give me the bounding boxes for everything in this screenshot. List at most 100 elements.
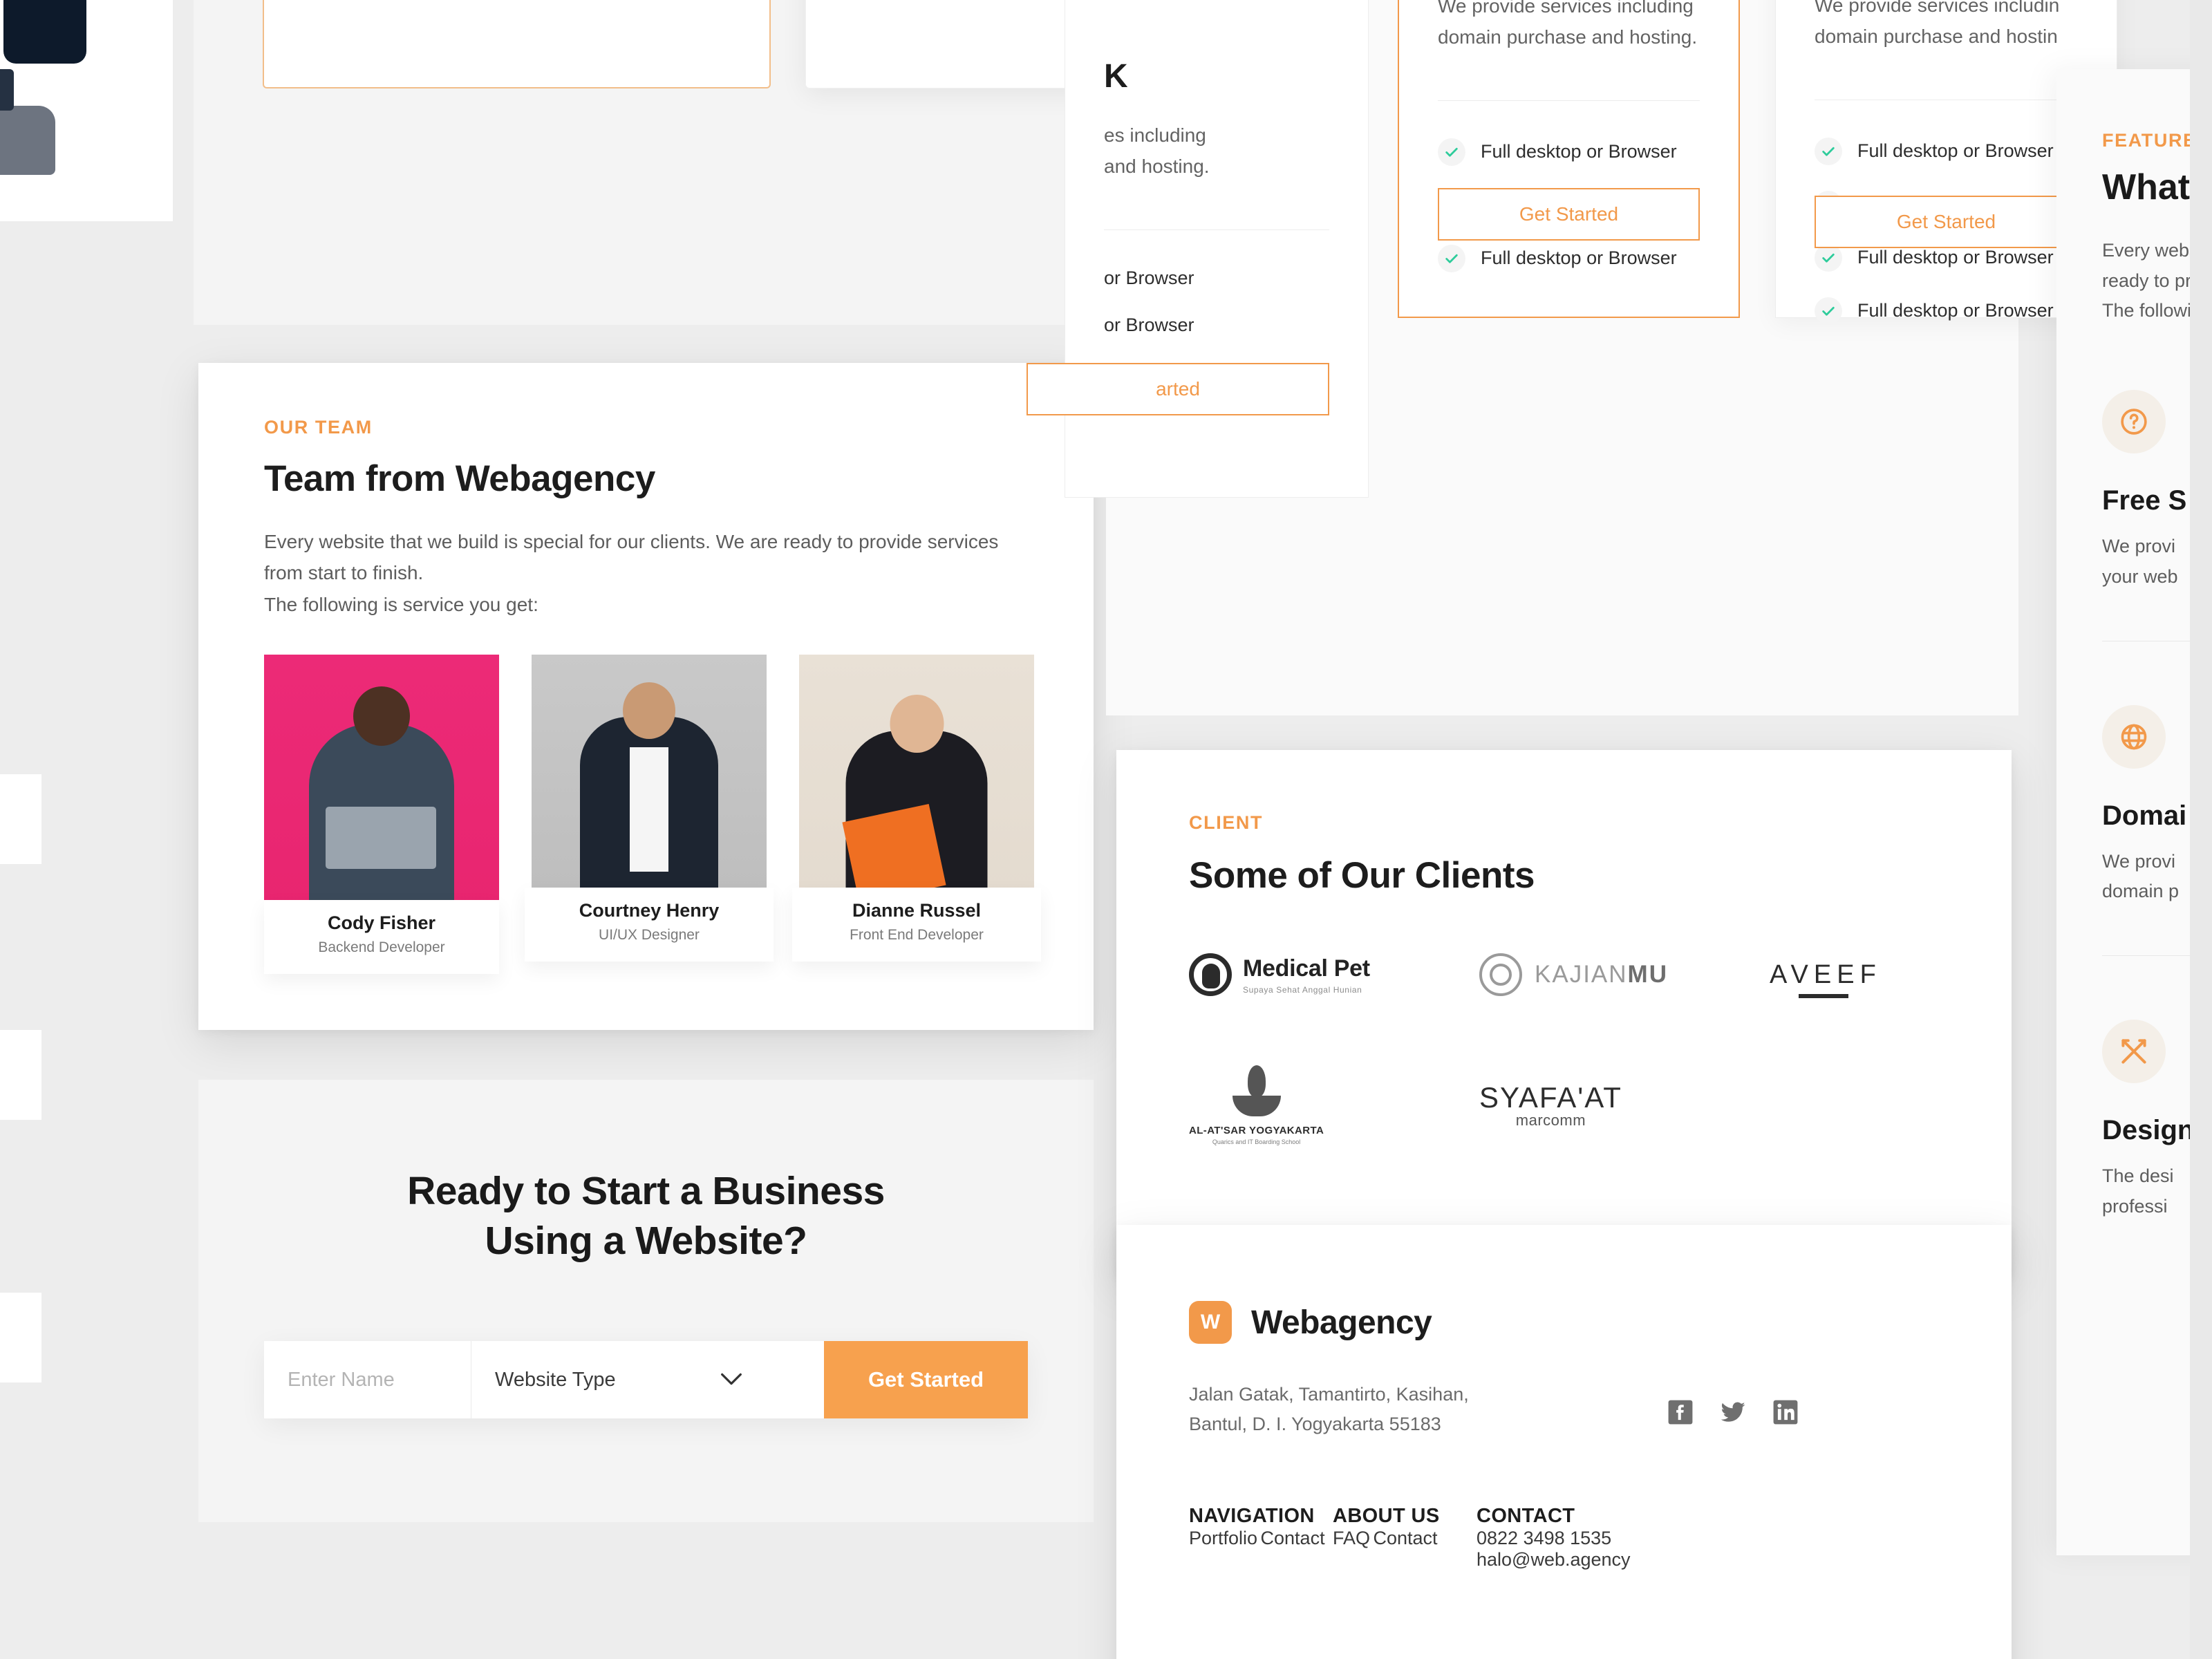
team-eyebrow: OUR TEAM xyxy=(264,417,373,438)
client-logo-aveef: AVEEF xyxy=(1770,959,1998,998)
testimonial-card-1: "Wow what great service, I love it! It's… xyxy=(263,0,771,88)
pricing-feature: Full desktop or Browser xyxy=(1438,138,1700,166)
footer-column-navigation: NAVIGATION Portfolio Contact xyxy=(1189,1505,1333,1571)
linkedin-icon[interactable] xyxy=(1772,1399,1799,1425)
team-member-role: UI/UX Designer xyxy=(599,927,700,944)
client-logo-syafaat: SYAFA'AT marcomm xyxy=(1479,1081,1770,1130)
client-logo-tagline: Quarics and IT Boarding School xyxy=(1212,1138,1301,1145)
cta-title: Ready to Start a Business Using a Websit… xyxy=(198,1080,1094,1266)
pricing-get-started-button[interactable]: arted xyxy=(1027,363,1329,415)
aveef-underline xyxy=(1799,993,1848,998)
brand-name: Webagency xyxy=(1251,1304,1432,1341)
cta-get-started-button[interactable]: Get Started xyxy=(824,1341,1028,1418)
client-logo-name: AL-AT'SAR YOGYAKARTA xyxy=(1189,1125,1324,1136)
team-members-grid: Cody Fisher Backend Developer Courtney H… xyxy=(264,655,1041,975)
footer-address-line-1: Jalan Gatak, Tamantirto, Kasihan, xyxy=(1189,1384,1469,1405)
footer-link[interactable]: Contact xyxy=(1261,1528,1325,1548)
name-input[interactable]: Enter Name xyxy=(264,1341,471,1418)
ghost-card xyxy=(0,774,41,864)
client-logo-name-light: KAJIAN xyxy=(1535,961,1628,988)
pricing-price: K xyxy=(1104,58,1128,95)
cta-section: Ready to Start a Business Using a Websit… xyxy=(198,1080,1094,1522)
cta-title-line-1: Ready to Start a Business xyxy=(407,1169,885,1213)
footer-columns: NAVIGATION Portfolio Contact ABOUT US FA… xyxy=(1189,1505,2012,1571)
team-member-card[interactable]: Courtney Henry UI/UX Designer xyxy=(525,655,774,962)
pencil-ruler-icon xyxy=(2102,1020,2166,1084)
team-member-label: Cody Fisher Backend Developer xyxy=(264,900,499,975)
pricing-get-started-button[interactable]: Get Started xyxy=(1438,188,1700,241)
team-member-name: Dianne Russel xyxy=(852,900,982,921)
client-logo-medical-pet: Medical Pet Supaya Sehat Anggal Hunian xyxy=(1189,953,1479,996)
twitter-icon[interactable] xyxy=(1720,1399,1746,1425)
chevron-down-icon xyxy=(720,1369,742,1390)
pricing-section: K es including and hosting. or Browser o… xyxy=(1027,0,2117,715)
pricing-description: We provide services includin domain purc… xyxy=(1815,0,2060,47)
clients-eyebrow: CLIENT xyxy=(1189,812,1264,833)
pricing-feature-label: Full desktop or Browser xyxy=(1481,247,1677,269)
pricing-feature-label: or Browser xyxy=(1104,267,1194,288)
divider xyxy=(1438,100,1700,101)
check-icon xyxy=(1438,138,1465,166)
footer-column-title: ABOUT US xyxy=(1333,1505,1440,1528)
footer-link[interactable]: Contact xyxy=(1373,1528,1437,1548)
team-member-role: Front End Developer xyxy=(850,927,984,944)
ghost-card xyxy=(0,1293,41,1382)
pricing-feature: or Browser xyxy=(1104,268,1329,289)
footer-link[interactable]: Portfolio xyxy=(1189,1528,1257,1548)
left-ghost-heading-text: Below xyxy=(0,643,90,666)
check-icon xyxy=(1815,137,1842,165)
team-member-name: Cody Fisher xyxy=(327,912,436,934)
team-description: Every website that we build is special f… xyxy=(264,531,999,615)
pricing-card-standard: Standard IDR 2500K We provide services i… xyxy=(1398,0,1740,318)
client-logo-name: AVEEF xyxy=(1770,959,1882,989)
footer-social-links xyxy=(1667,1399,1799,1425)
pricing-card-basic: K es including and hosting. or Browser o… xyxy=(1027,0,1369,498)
team-member-photo xyxy=(264,655,499,932)
client-logo-kajianmu: KAJIANMU xyxy=(1479,953,1770,996)
alatsar-lotus-icon xyxy=(1230,1065,1284,1119)
pricing-get-started-button[interactable]: Get Started xyxy=(1815,196,2078,248)
team-member-label: Courtney Henry UI/UX Designer xyxy=(525,888,774,962)
footer-address-line-2: Bantul, D. I. Yogyakarta 55183 xyxy=(1189,1413,1441,1434)
medical-pet-icon xyxy=(1189,953,1232,996)
client-logo-name: Medical Pet xyxy=(1243,955,1370,982)
pricing-features: or Browser or Browser xyxy=(1104,268,1329,336)
client-logo-name-bold: MU xyxy=(1627,961,1668,988)
facebook-icon[interactable] xyxy=(1667,1399,1694,1425)
question-circle-icon xyxy=(2102,390,2166,454)
team-member-card[interactable]: Cody Fisher Backend Developer xyxy=(264,655,499,975)
pricing-feature: or Browser xyxy=(1104,315,1329,336)
footer-link[interactable]: FAQ xyxy=(1333,1528,1370,1548)
team-member-role: Backend Developer xyxy=(318,939,445,956)
client-logos-grid: Medical Pet Supaya Sehat Anggal Hunian K… xyxy=(1189,953,2012,1145)
footer-section: W Webagency Jalan Gatak, Tamantirto, Kas… xyxy=(1116,1225,2012,1659)
pricing-description: es including and hosting. xyxy=(1104,124,1210,177)
footer-column-about: ABOUT US FAQ Contact xyxy=(1333,1505,1477,1571)
client-logo-tagline: Supaya Sehat Anggal Hunian xyxy=(1243,984,1362,995)
footer-phone-link[interactable]: 0822 3498 1535 xyxy=(1477,1528,1611,1548)
pricing-feature: Full desktop or Browser xyxy=(1815,137,2078,165)
pricing-feature-label: Full desktop or Browser xyxy=(1857,300,2054,321)
footer-column-title: NAVIGATION xyxy=(1189,1505,1315,1528)
pricing-feature-label: Full desktop or Browser xyxy=(1481,141,1677,162)
footer-column-title: CONTACT xyxy=(1477,1505,1575,1528)
team-section: OUR TEAM Team from Webagency Every websi… xyxy=(198,363,1094,1030)
client-logo-name: KAJIANMU xyxy=(1535,961,1668,988)
hero-photo xyxy=(0,0,173,221)
design-canvas: arted Below "Wow what great service, I l… xyxy=(0,0,2212,1659)
cta-title-line-2: Using a Website? xyxy=(485,1219,807,1264)
testimonials-section: "Wow what great service, I love it! It's… xyxy=(194,0,1313,325)
team-member-card[interactable]: Dianne Russel Front End Developer xyxy=(792,655,1041,962)
brand-logo-mark: W xyxy=(1189,1301,1232,1344)
website-type-select[interactable]: Website Type xyxy=(471,1341,824,1418)
footer-brand[interactable]: W Webagency xyxy=(1189,1301,2012,1344)
website-type-select-value: Website Type xyxy=(495,1368,616,1391)
footer-column-contact: CONTACT 0822 3498 1535 halo@web.agency xyxy=(1477,1505,1631,1571)
check-icon xyxy=(1815,297,1842,325)
chair-graphic xyxy=(0,105,55,175)
clients-title: Some of Our Clients xyxy=(1189,855,1535,896)
footer-email-link[interactable]: halo@web.agency xyxy=(1477,1549,1631,1570)
client-logo-name: SYAFA'AT xyxy=(1479,1081,1622,1114)
left-ghost-heading: Below xyxy=(0,643,90,666)
team-member-name: Courtney Henry xyxy=(579,900,720,921)
